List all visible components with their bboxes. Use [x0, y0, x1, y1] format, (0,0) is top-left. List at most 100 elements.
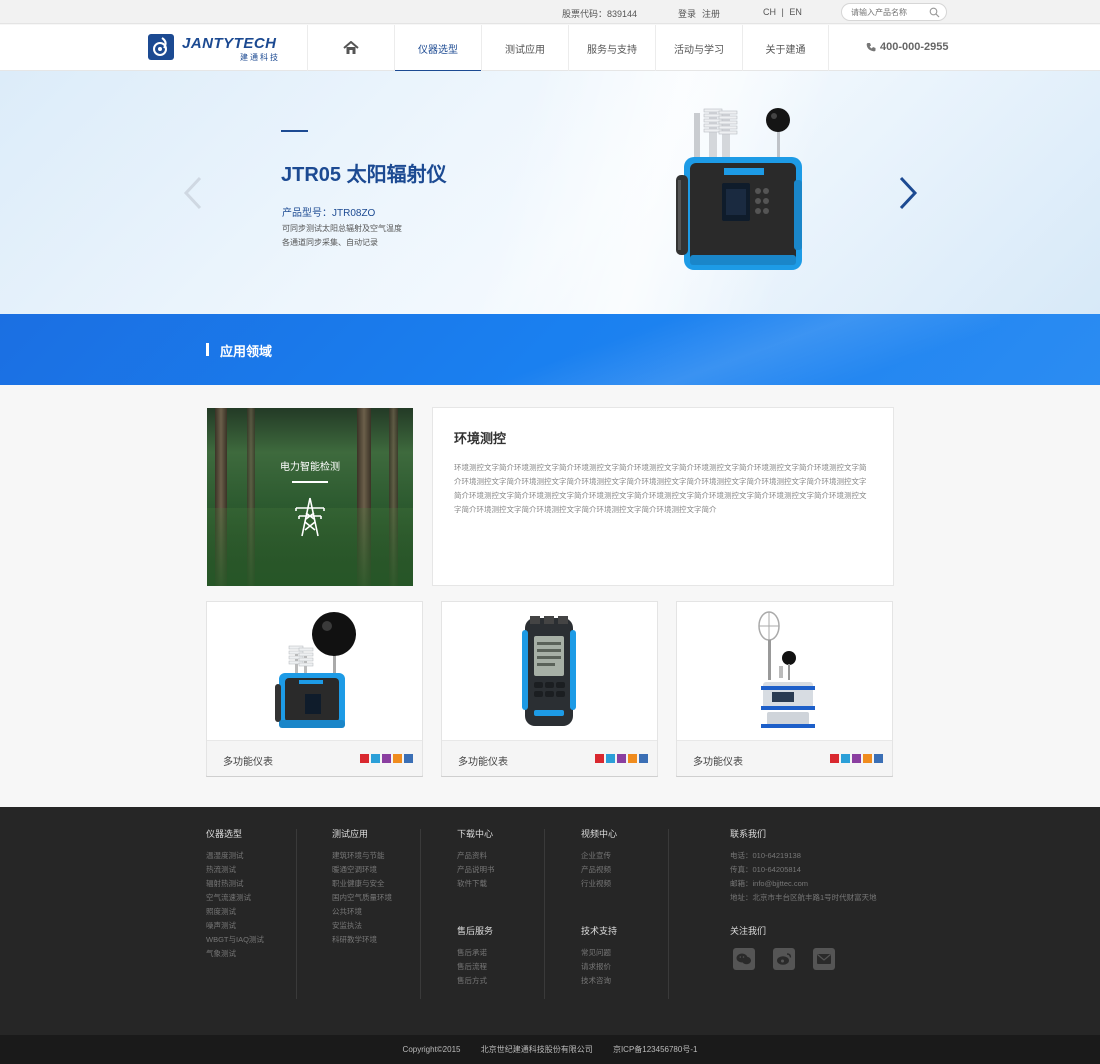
banner-title: JTR05 太阳辐射仪 — [281, 164, 447, 186]
product-image — [275, 612, 356, 728]
carousel-prev-icon[interactable] — [182, 176, 204, 210]
navy-tag-icon[interactable] — [874, 754, 883, 763]
footer-col-title: 技术支持 — [581, 926, 618, 936]
footer-link[interactable]: 行业视频 — [581, 877, 617, 891]
footer-col-title: 关注我们 — [730, 926, 767, 936]
nav-item-events-learning[interactable]: 活动与学习 — [655, 25, 742, 71]
feature-card: 环境测控 环境测控文字简介环境测控文字简介环境测控文字简介环境测控文字简介环境测… — [432, 407, 894, 586]
blue-tag-icon[interactable] — [606, 754, 615, 763]
nav-home[interactable] — [307, 25, 394, 71]
footer-link[interactable]: 建筑环境与节能 — [332, 849, 392, 863]
nav-item-test-application[interactable]: 测试应用 — [481, 25, 568, 71]
language-switch: CH | EN — [763, 7, 805, 17]
red-tag-icon[interactable] — [830, 754, 839, 763]
navy-tag-icon[interactable] — [639, 754, 648, 763]
footer-link[interactable]: 空气流速测试 — [206, 891, 264, 905]
contact-fax: 传真：010-64205814 — [730, 865, 801, 874]
register-link[interactable]: 注册 — [702, 9, 720, 19]
red-tag-icon[interactable] — [360, 754, 369, 763]
footer-col-downloads: 下载中心 产品资料 产品说明书 软件下载 — [457, 827, 495, 891]
footer-link[interactable]: 常见问题 — [581, 946, 617, 960]
purple-tag-icon[interactable] — [382, 754, 391, 763]
footer-link[interactable]: 售后流程 — [457, 960, 493, 974]
phone-icon — [866, 43, 876, 52]
weibo-icon[interactable] — [773, 948, 795, 970]
orange-tag-icon[interactable] — [628, 754, 637, 763]
banner-accent-line — [281, 130, 308, 132]
footer-col-instruments: 仪器选型 温湿度测试 热流测试 辐射热测试 空气流速测试 照度测试 噪声测试 W… — [206, 827, 264, 961]
nav-items: 仪器选型 测试应用 服务与支持 活动与学习 关于建通 — [307, 25, 829, 72]
footer-link[interactable]: 售后方式 — [457, 974, 493, 988]
hero-banner: JTR05 太阳辐射仪 产品型号：JTR08ZO 可同步测试太阳总辐射及空气温度… — [0, 71, 1100, 314]
footer-col-title: 下载中心 — [457, 829, 494, 839]
footer-link[interactable]: 职业健康与安全 — [332, 877, 392, 891]
banner-product-image — [676, 108, 802, 270]
logo[interactable]: JANTYTECH 建通科技 — [148, 33, 288, 63]
purple-tag-icon[interactable] — [852, 754, 861, 763]
blue-tag-icon[interactable] — [371, 754, 380, 763]
product-card[interactable]: 多功能仪表 — [441, 601, 658, 777]
footer-link[interactable]: 企业宣传 — [581, 849, 617, 863]
footer-link[interactable]: 软件下载 — [457, 877, 495, 891]
footer-link[interactable]: 产品资料 — [457, 849, 495, 863]
lang-en-link[interactable]: EN — [789, 7, 802, 17]
search-input[interactable] — [851, 6, 931, 18]
product-image — [522, 616, 576, 726]
copyright-bar: Copyright©2015 北京世纪建通科技股份有限公司 京ICP备12345… — [0, 1035, 1100, 1064]
orange-tag-icon[interactable] — [393, 754, 402, 763]
email-icon[interactable] — [813, 948, 835, 970]
lang-ch-link[interactable]: CH — [763, 7, 776, 17]
footer-link[interactable]: 产品说明书 — [457, 863, 495, 877]
footer-col-contact: 联系我们 电话：010-64219138 传真：010-64205814 邮箱：… — [730, 827, 877, 905]
footer-link[interactable]: 暖通空调环境 — [332, 863, 392, 877]
icp-number[interactable]: 京ICP备123456780号-1 — [613, 1045, 698, 1054]
product-card[interactable]: 多功能仪表 — [206, 601, 423, 777]
footer-link[interactable]: 请求报价 — [581, 960, 617, 974]
footer-col-title: 联系我们 — [730, 829, 767, 839]
contact-phone: 电话：010-64219138 — [730, 851, 801, 860]
search-icon[interactable] — [929, 7, 940, 18]
power-tower-icon — [295, 497, 325, 537]
product-tags — [358, 754, 413, 763]
purple-tag-icon[interactable] — [617, 754, 626, 763]
banner-description: 可同步测试太阳总辐射及空气温度 各通道同步采集、自动记录 — [282, 222, 402, 250]
login-link[interactable]: 登录 — [678, 9, 696, 19]
footer-link[interactable]: 热流测试 — [206, 863, 264, 877]
feature-image-underline — [292, 481, 328, 483]
footer-link[interactable]: 科研教学环境 — [332, 933, 392, 947]
footer-follow: 关注我们 — [730, 924, 766, 946]
wechat-icon[interactable] — [733, 948, 755, 970]
footer-link[interactable]: 公共环境 — [332, 905, 392, 919]
footer-link[interactable]: 噪声测试 — [206, 919, 264, 933]
footer-link[interactable]: 辐射热测试 — [206, 877, 264, 891]
nav-item-about[interactable]: 关于建通 — [742, 25, 829, 71]
footer-link[interactable]: 售后承诺 — [457, 946, 493, 960]
footer-link[interactable]: 安监执法 — [332, 919, 392, 933]
footer-divider — [296, 829, 297, 999]
main-nav: JANTYTECH 建通科技 仪器选型 测试应用 服务与支持 活动与学习 关于建… — [0, 25, 1100, 72]
footer-col-title: 仪器选型 — [206, 829, 243, 839]
navy-tag-icon[interactable] — [404, 754, 413, 763]
footer-link[interactable]: 技术咨询 — [581, 974, 617, 988]
orange-tag-icon[interactable] — [863, 754, 872, 763]
footer-link[interactable]: WBGT与IAQ测试 — [206, 933, 264, 947]
nav-item-instrument-selection[interactable]: 仪器选型 — [394, 25, 481, 72]
footer-link[interactable]: 产品视频 — [581, 863, 617, 877]
footer-link[interactable]: 国内空气质量环境 — [332, 891, 392, 905]
nav-item-service-support[interactable]: 服务与支持 — [568, 25, 655, 71]
footer-col-videos: 视频中心 企业宣传 产品视频 行业视频 — [581, 827, 617, 891]
banner-desc-line2: 各通道同步采集、自动记录 — [282, 238, 378, 247]
footer-link[interactable]: 照度测试 — [206, 905, 264, 919]
footer-link[interactable]: 气象测试 — [206, 947, 264, 961]
product-footer: 多功能仪表 — [442, 740, 657, 776]
blue-tag-icon[interactable] — [841, 754, 850, 763]
auth-links: 登录 注册 — [678, 7, 726, 20]
feature-image[interactable]: 电力智能检测 — [207, 408, 413, 586]
product-card[interactable]: 多功能仪表 — [676, 601, 893, 777]
feature-title: 环境测控 — [454, 431, 507, 446]
contact-email[interactable]: 邮箱：info@bjjttec.com — [730, 877, 877, 891]
banner-model: 产品型号：JTR08ZO — [282, 208, 376, 219]
footer-link[interactable]: 温湿度测试 — [206, 849, 264, 863]
red-tag-icon[interactable] — [595, 754, 604, 763]
carousel-next-icon[interactable] — [897, 176, 919, 210]
